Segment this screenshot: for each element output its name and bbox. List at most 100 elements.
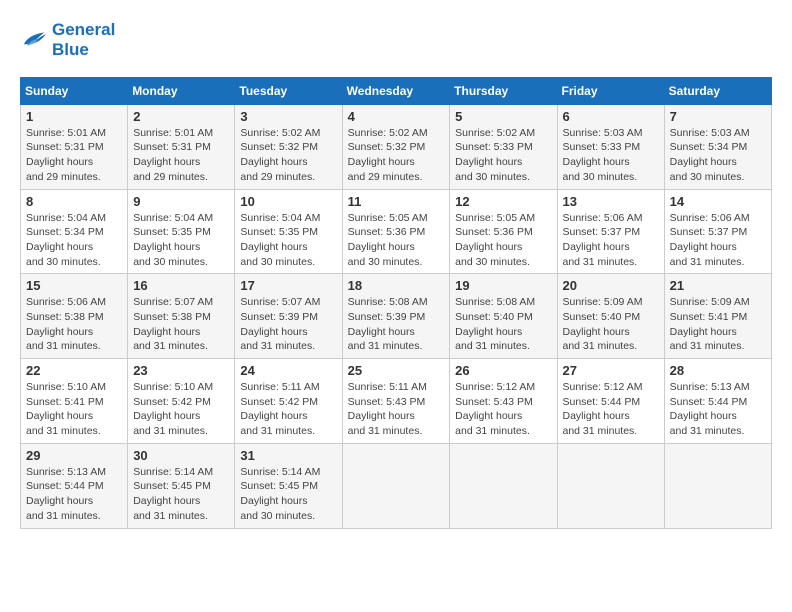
day-cell: 14 Sunrise: 5:06 AM Sunset: 5:37 PM Dayl… xyxy=(664,189,771,274)
day-number: 22 xyxy=(26,363,122,378)
week-row-4: 22 Sunrise: 5:10 AM Sunset: 5:41 PM Dayl… xyxy=(21,359,772,444)
day-number: 18 xyxy=(348,278,445,293)
logo: General Blue xyxy=(20,20,115,61)
day-cell xyxy=(342,443,450,528)
day-cell: 18 Sunrise: 5:08 AM Sunset: 5:39 PM Dayl… xyxy=(342,274,450,359)
day-cell: 3 Sunrise: 5:02 AM Sunset: 5:32 PM Dayli… xyxy=(235,104,342,189)
logo-icon xyxy=(20,29,48,51)
day-cell: 16 Sunrise: 5:07 AM Sunset: 5:38 PM Dayl… xyxy=(128,274,235,359)
day-cell: 8 Sunrise: 5:04 AM Sunset: 5:34 PM Dayli… xyxy=(21,189,128,274)
day-number: 13 xyxy=(563,194,659,209)
day-cell: 31 Sunrise: 5:14 AM Sunset: 5:45 PM Dayl… xyxy=(235,443,342,528)
day-info: Sunrise: 5:04 AM Sunset: 5:35 PM Dayligh… xyxy=(240,211,336,270)
day-number: 4 xyxy=(348,109,445,124)
day-number: 11 xyxy=(348,194,445,209)
logo-text: General Blue xyxy=(52,20,115,61)
day-cell: 11 Sunrise: 5:05 AM Sunset: 5:36 PM Dayl… xyxy=(342,189,450,274)
day-cell: 1 Sunrise: 5:01 AM Sunset: 5:31 PM Dayli… xyxy=(21,104,128,189)
day-number: 12 xyxy=(455,194,551,209)
day-cell: 12 Sunrise: 5:05 AM Sunset: 5:36 PM Dayl… xyxy=(450,189,557,274)
day-cell xyxy=(664,443,771,528)
day-number: 27 xyxy=(563,363,659,378)
header-cell-sunday: Sunday xyxy=(21,77,128,104)
day-info: Sunrise: 5:13 AM Sunset: 5:44 PM Dayligh… xyxy=(26,465,122,524)
day-number: 5 xyxy=(455,109,551,124)
day-cell: 28 Sunrise: 5:13 AM Sunset: 5:44 PM Dayl… xyxy=(664,359,771,444)
day-number: 24 xyxy=(240,363,336,378)
day-info: Sunrise: 5:04 AM Sunset: 5:35 PM Dayligh… xyxy=(133,211,229,270)
day-number: 9 xyxy=(133,194,229,209)
day-number: 14 xyxy=(670,194,766,209)
calendar-header: SundayMondayTuesdayWednesdayThursdayFrid… xyxy=(21,77,772,104)
day-info: Sunrise: 5:05 AM Sunset: 5:36 PM Dayligh… xyxy=(348,211,445,270)
day-info: Sunrise: 5:02 AM Sunset: 5:32 PM Dayligh… xyxy=(348,126,445,185)
day-info: Sunrise: 5:08 AM Sunset: 5:39 PM Dayligh… xyxy=(348,295,445,354)
day-info: Sunrise: 5:10 AM Sunset: 5:41 PM Dayligh… xyxy=(26,380,122,439)
header-cell-tuesday: Tuesday xyxy=(235,77,342,104)
day-number: 6 xyxy=(563,109,659,124)
header-row: SundayMondayTuesdayWednesdayThursdayFrid… xyxy=(21,77,772,104)
day-number: 7 xyxy=(670,109,766,124)
day-info: Sunrise: 5:06 AM Sunset: 5:37 PM Dayligh… xyxy=(563,211,659,270)
day-info: Sunrise: 5:01 AM Sunset: 5:31 PM Dayligh… xyxy=(26,126,122,185)
day-info: Sunrise: 5:10 AM Sunset: 5:42 PM Dayligh… xyxy=(133,380,229,439)
day-number: 29 xyxy=(26,448,122,463)
day-cell: 13 Sunrise: 5:06 AM Sunset: 5:37 PM Dayl… xyxy=(557,189,664,274)
day-number: 8 xyxy=(26,194,122,209)
day-cell: 26 Sunrise: 5:12 AM Sunset: 5:43 PM Dayl… xyxy=(450,359,557,444)
header-cell-thursday: Thursday xyxy=(450,77,557,104)
day-cell: 22 Sunrise: 5:10 AM Sunset: 5:41 PM Dayl… xyxy=(21,359,128,444)
day-number: 15 xyxy=(26,278,122,293)
day-cell: 20 Sunrise: 5:09 AM Sunset: 5:40 PM Dayl… xyxy=(557,274,664,359)
day-number: 25 xyxy=(348,363,445,378)
day-cell: 6 Sunrise: 5:03 AM Sunset: 5:33 PM Dayli… xyxy=(557,104,664,189)
day-cell: 23 Sunrise: 5:10 AM Sunset: 5:42 PM Dayl… xyxy=(128,359,235,444)
day-info: Sunrise: 5:05 AM Sunset: 5:36 PM Dayligh… xyxy=(455,211,551,270)
day-number: 30 xyxy=(133,448,229,463)
day-info: Sunrise: 5:07 AM Sunset: 5:39 PM Dayligh… xyxy=(240,295,336,354)
header-cell-saturday: Saturday xyxy=(664,77,771,104)
day-cell: 15 Sunrise: 5:06 AM Sunset: 5:38 PM Dayl… xyxy=(21,274,128,359)
day-number: 23 xyxy=(133,363,229,378)
day-cell: 27 Sunrise: 5:12 AM Sunset: 5:44 PM Dayl… xyxy=(557,359,664,444)
week-row-1: 1 Sunrise: 5:01 AM Sunset: 5:31 PM Dayli… xyxy=(21,104,772,189)
day-number: 20 xyxy=(563,278,659,293)
day-cell: 5 Sunrise: 5:02 AM Sunset: 5:33 PM Dayli… xyxy=(450,104,557,189)
day-cell: 2 Sunrise: 5:01 AM Sunset: 5:31 PM Dayli… xyxy=(128,104,235,189)
day-info: Sunrise: 5:03 AM Sunset: 5:34 PM Dayligh… xyxy=(670,126,766,185)
day-number: 28 xyxy=(670,363,766,378)
day-info: Sunrise: 5:11 AM Sunset: 5:42 PM Dayligh… xyxy=(240,380,336,439)
day-number: 16 xyxy=(133,278,229,293)
day-info: Sunrise: 5:14 AM Sunset: 5:45 PM Dayligh… xyxy=(240,465,336,524)
header-cell-wednesday: Wednesday xyxy=(342,77,450,104)
day-info: Sunrise: 5:12 AM Sunset: 5:43 PM Dayligh… xyxy=(455,380,551,439)
day-cell: 21 Sunrise: 5:09 AM Sunset: 5:41 PM Dayl… xyxy=(664,274,771,359)
header-cell-friday: Friday xyxy=(557,77,664,104)
day-number: 17 xyxy=(240,278,336,293)
day-cell: 9 Sunrise: 5:04 AM Sunset: 5:35 PM Dayli… xyxy=(128,189,235,274)
day-number: 3 xyxy=(240,109,336,124)
day-info: Sunrise: 5:09 AM Sunset: 5:40 PM Dayligh… xyxy=(563,295,659,354)
day-cell xyxy=(557,443,664,528)
day-cell: 29 Sunrise: 5:13 AM Sunset: 5:44 PM Dayl… xyxy=(21,443,128,528)
page-header: General Blue xyxy=(20,20,772,61)
day-number: 26 xyxy=(455,363,551,378)
day-number: 1 xyxy=(26,109,122,124)
header-cell-monday: Monday xyxy=(128,77,235,104)
day-info: Sunrise: 5:11 AM Sunset: 5:43 PM Dayligh… xyxy=(348,380,445,439)
day-cell: 25 Sunrise: 5:11 AM Sunset: 5:43 PM Dayl… xyxy=(342,359,450,444)
day-info: Sunrise: 5:13 AM Sunset: 5:44 PM Dayligh… xyxy=(670,380,766,439)
day-info: Sunrise: 5:06 AM Sunset: 5:38 PM Dayligh… xyxy=(26,295,122,354)
calendar-body: 1 Sunrise: 5:01 AM Sunset: 5:31 PM Dayli… xyxy=(21,104,772,528)
day-info: Sunrise: 5:12 AM Sunset: 5:44 PM Dayligh… xyxy=(563,380,659,439)
day-cell xyxy=(450,443,557,528)
day-number: 2 xyxy=(133,109,229,124)
day-cell: 24 Sunrise: 5:11 AM Sunset: 5:42 PM Dayl… xyxy=(235,359,342,444)
day-info: Sunrise: 5:01 AM Sunset: 5:31 PM Dayligh… xyxy=(133,126,229,185)
day-cell: 4 Sunrise: 5:02 AM Sunset: 5:32 PM Dayli… xyxy=(342,104,450,189)
day-info: Sunrise: 5:08 AM Sunset: 5:40 PM Dayligh… xyxy=(455,295,551,354)
week-row-5: 29 Sunrise: 5:13 AM Sunset: 5:44 PM Dayl… xyxy=(21,443,772,528)
day-info: Sunrise: 5:04 AM Sunset: 5:34 PM Dayligh… xyxy=(26,211,122,270)
day-cell: 7 Sunrise: 5:03 AM Sunset: 5:34 PM Dayli… xyxy=(664,104,771,189)
calendar-table: SundayMondayTuesdayWednesdayThursdayFrid… xyxy=(20,77,772,529)
